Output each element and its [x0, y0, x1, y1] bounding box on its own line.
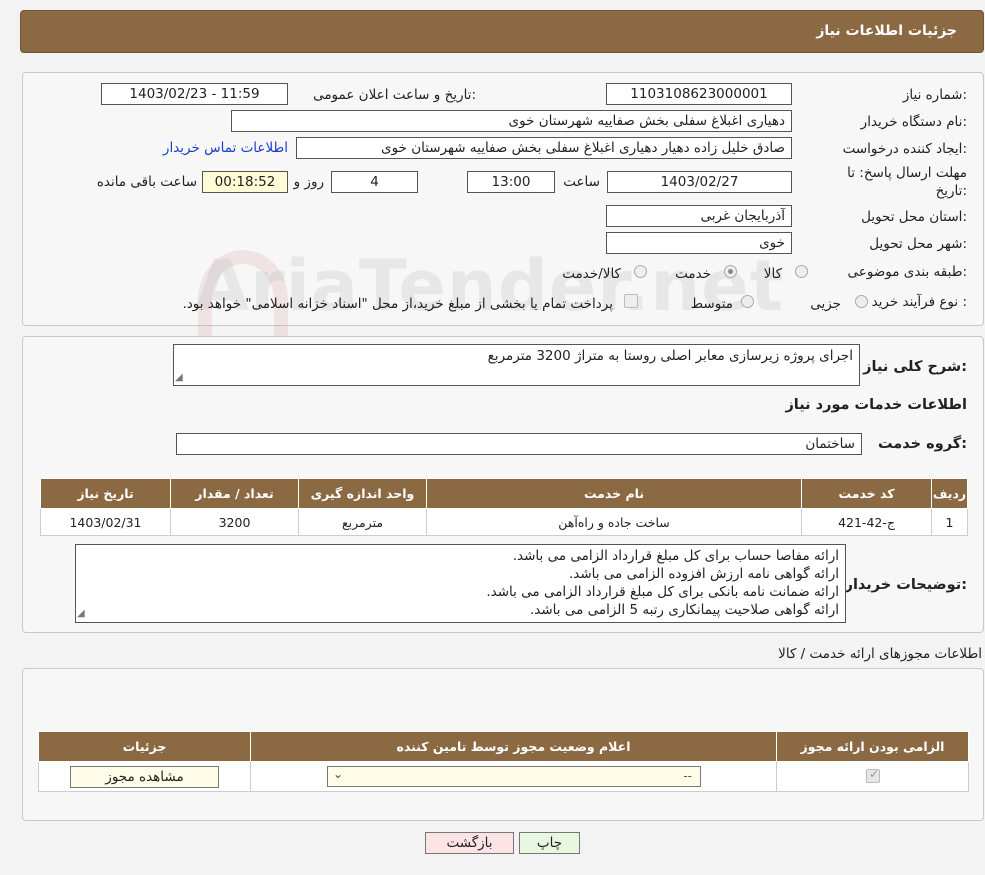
col-permit-details: جزئیات [38, 731, 251, 762]
deadline-time-field: 13:00 [467, 171, 555, 193]
category-goods-service-radio[interactable] [634, 265, 647, 278]
city-label: شهر محل تحویل: [869, 236, 967, 252]
treasury-payment-note: پرداخت تمام یا بخشی از مبلغ خرید،از محل … [182, 296, 613, 312]
purchase-partial-label: جزیی [810, 296, 841, 312]
services-table: ردیف کد خدمت نام خدمت واحد اندازه گیری ت… [40, 478, 968, 536]
creator-field: صادق خلیل زاده دهیار دهیاری اغبلاغ سفلی … [296, 137, 792, 159]
view-permit-button[interactable]: مشاهده مجوز [70, 766, 219, 788]
announce-field: 1403/02/23 - 11:59 [101, 83, 288, 105]
province-field: آذربایجان غربی [606, 205, 792, 227]
deadline-label: مهلت ارسال پاسخ: تا [847, 165, 967, 181]
category-service-radio[interactable] [724, 265, 737, 278]
cell-need-date: 1403/02/31 [40, 508, 171, 536]
notes-resize-handle-icon[interactable]: ◢ [77, 608, 85, 619]
deadline-time-label: ساعت [563, 174, 600, 190]
col-permit-required: الزامی بودن ارائه مجوز [776, 731, 969, 762]
purchase-partial-radio[interactable] [855, 295, 868, 308]
col-service-code: کد خدمت [801, 478, 932, 509]
purchase-medium-radio[interactable] [741, 295, 754, 308]
category-goods-service-label: کالا/خدمت [562, 266, 621, 282]
days-label: روز و [293, 174, 324, 190]
cell-quantity: 3200 [170, 508, 299, 536]
category-goods-label: کالا [763, 266, 782, 282]
need-number-field: 1103108623000001 [606, 83, 792, 105]
permit-required-checkbox[interactable] [866, 767, 880, 783]
announce-label: تاریخ و ساعت اعلان عمومی: [313, 87, 476, 103]
purchase-medium-label: متوسط [690, 296, 733, 312]
page-title: جزئیات اطلاعات نیاز [816, 23, 957, 39]
buyer-note-line: ارائه ضمانت نامه بانکی برای کل مبلغ قرار… [486, 584, 839, 600]
col-row: ردیف [931, 478, 968, 509]
table-row: 1 ج-42-421 ساخت جاده و راه‌آهن مترمربع 3… [40, 508, 968, 536]
province-label: استان محل تحویل: [861, 209, 967, 225]
category-service-label: خدمت [675, 266, 711, 282]
city-field: خوی [606, 232, 792, 254]
buyer-notes-field: ارائه مفاصا حساب برای کل مبلغ قرارداد ال… [75, 544, 846, 623]
print-button[interactable]: چاپ [519, 832, 580, 854]
service-group-field: ساختمان [176, 433, 862, 455]
col-quantity: تعداد / مقدار [170, 478, 299, 509]
summary-label: شرح کلی نیاز: [863, 359, 967, 375]
purchase-type-label: نوع فرآیند خرید : [871, 294, 967, 310]
permit-status-value: -- [683, 769, 692, 783]
page-header: جزئیات اطلاعات نیاز [20, 10, 984, 53]
treasury-payment-checkbox[interactable] [624, 294, 638, 308]
buyer-notes-label: توضیحات خریدار: [844, 577, 967, 593]
permit-required-cell [776, 761, 969, 792]
remaining-label: ساعت باقی مانده [96, 174, 197, 190]
deadline-date-field: 1403/02/27 [607, 171, 792, 193]
cell-unit: مترمربع [298, 508, 427, 536]
col-permit-status: اعلام وضعیت مجوز توسط تامین کننده [250, 731, 777, 762]
services-section-title: اطلاعات خدمات مورد نیاز [785, 397, 967, 413]
deadline-label-date: تاریخ: [935, 183, 967, 199]
days-field: 4 [331, 171, 418, 193]
permit-status-select[interactable]: ⌄ -- [327, 766, 701, 787]
buyer-field: دهیاری اغبلاغ سفلی بخش صفاییه شهرستان خو… [231, 110, 792, 132]
summary-resize-handle-icon[interactable]: ◢ [175, 372, 183, 383]
col-unit: واحد اندازه گیری [298, 478, 427, 509]
col-need-date: تاریخ نیاز [40, 478, 171, 509]
permit-status-cell: ⌄ -- [250, 761, 777, 792]
buyer-note-line: ارائه مفاصا حساب برای کل مبلغ قرارداد ال… [512, 548, 839, 564]
cell-service-name: ساخت جاده و راه‌آهن [426, 508, 802, 536]
need-number-label: شماره نیاز: [902, 87, 967, 103]
permits-table-header: الزامی بودن ارائه مجوز اعلام وضعیت مجوز … [38, 731, 969, 762]
buyer-note-line: ارائه گواهی نامه ارزش افزوده الزامی می ب… [568, 566, 839, 582]
table-row: ⌄ -- مشاهده مجوز [38, 761, 969, 792]
services-table-header: ردیف کد خدمت نام خدمت واحد اندازه گیری ت… [40, 478, 968, 509]
chevron-down-icon: ⌄ [333, 767, 344, 781]
remaining-time-field: 00:18:52 [202, 171, 288, 193]
cell-service-code: ج-42-421 [801, 508, 932, 536]
permits-title: اطلاعات مجوزهای ارائه خدمت / کالا [778, 646, 982, 662]
buyer-label: نام دستگاه خریدار: [860, 114, 967, 130]
buyer-note-line: ارائه گواهی صلاحیت پیمانکاری رتبه 5 الزا… [529, 602, 839, 618]
buyer-contact-link[interactable]: اطلاعات تماس خریدار [163, 140, 288, 156]
category-goods-radio[interactable] [795, 265, 808, 278]
cell-row: 1 [931, 508, 968, 536]
watermark-text: AriaTender.net [195, 245, 785, 327]
summary-field: اجرای پروژه زیرسازی معابر اصلی روستا به … [173, 344, 860, 386]
col-service-name: نام خدمت [426, 478, 802, 509]
category-label: طبقه بندی موضوعی: [847, 264, 967, 280]
permit-details-cell: مشاهده مجوز [38, 761, 251, 792]
back-button[interactable]: بازگشت [425, 832, 514, 854]
permits-table: الزامی بودن ارائه مجوز اعلام وضعیت مجوز … [38, 731, 969, 792]
creator-label: ایجاد کننده درخواست: [842, 141, 967, 157]
service-group-label: گروه خدمت: [877, 436, 967, 452]
